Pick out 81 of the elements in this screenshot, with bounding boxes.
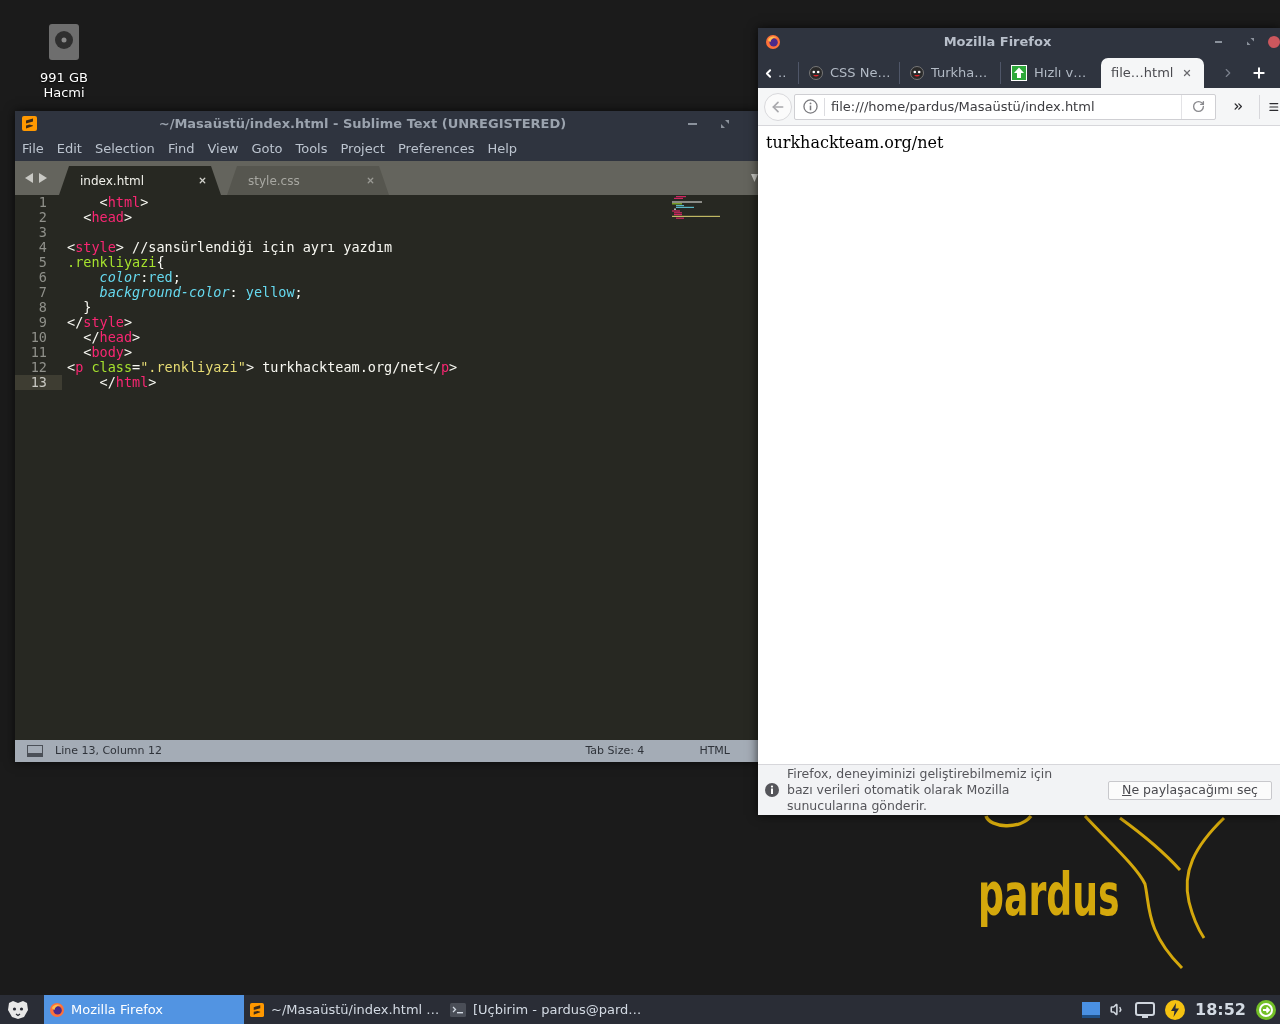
monitor-icon[interactable]	[1135, 1001, 1156, 1018]
reload-icon[interactable]	[1192, 100, 1205, 113]
browser-tab[interactable]: Turkha…	[900, 58, 1000, 88]
page-text: turkhackteam.org/net	[766, 133, 945, 153]
line-number: 13	[15, 375, 62, 390]
menu-item[interactable]: Find	[167, 140, 195, 157]
app-logo-icon	[250, 1002, 264, 1017]
line-number: 12	[29, 360, 48, 375]
url-field[interactable]: file:///home/pardus/Masaüstü/index.html	[794, 93, 1216, 120]
app-logo-icon	[22, 116, 37, 131]
notification-message: Firefox, deneyiminizi geliştirebilmemiz için bazı verileri otomatik olarak Mozilla sunucularına gönderir.	[787, 766, 1054, 814]
editor-tab[interactable]: index.html	[59, 166, 221, 195]
app-logo-icon	[766, 34, 780, 49]
up-arrow-icon	[1011, 65, 1027, 81]
restore-icon[interactable]	[1247, 38, 1254, 45]
menu-item[interactable]: Tools	[295, 140, 328, 157]
arrow-circle-icon[interactable]	[1256, 999, 1276, 1020]
menu-item[interactable]: Preferences	[397, 140, 475, 157]
line-number: 4	[37, 240, 48, 255]
line-number: 7	[37, 285, 48, 300]
menu-item[interactable]: Project	[340, 140, 385, 157]
line-number: 8	[37, 300, 48, 315]
cursor-position: Line 13, Column 12	[55, 742, 163, 759]
browser-tab[interactable]: CSS Ne…	[799, 58, 899, 88]
info-icon	[765, 783, 779, 797]
code-line: .renkliyazi{	[67, 254, 165, 270]
code-line: background-color: yellow;	[99, 284, 303, 300]
round-logo-icon	[809, 66, 823, 80]
menu-item[interactable]: Selection	[94, 140, 155, 157]
taskbar-button[interactable]: [Uçbirim - pardus@pard…	[444, 995, 644, 1024]
leopard-curl-drawing	[984, 814, 1034, 830]
menu-item[interactable]: Help	[487, 140, 518, 157]
leopard-head-icon[interactable]	[6, 999, 30, 1020]
line-number: 2	[37, 210, 48, 225]
window-title: Mozilla Firefox	[942, 32, 1053, 51]
tab-size-label[interactable]: Tab Size: 4	[585, 742, 645, 760]
menu-item[interactable]: Edit	[56, 140, 82, 157]
clock[interactable]: 18:52	[1195, 997, 1246, 1022]
close-icon[interactable]	[1182, 68, 1192, 78]
restore-icon[interactable]	[721, 119, 729, 128]
line-number: 11	[29, 345, 48, 360]
line-number: 6	[37, 270, 48, 285]
app-logo-icon	[50, 1002, 64, 1017]
code-line: </html>	[99, 374, 157, 390]
browser-tab[interactable]: file…html	[1101, 58, 1204, 88]
workspace-icon[interactable]	[1082, 1001, 1101, 1018]
code-line: <head>	[83, 209, 133, 225]
browser-tab[interactable]: ..	[776, 58, 798, 88]
code-line: }	[83, 299, 92, 315]
code-line: <p class=".renkliyazi"> turkhackteam.org/net</p>	[67, 359, 458, 375]
code-line: color:red;	[99, 269, 181, 285]
minimize-icon[interactable]	[688, 122, 697, 125]
line-number: 5	[37, 255, 48, 270]
new-tab-icon[interactable]	[1251, 65, 1267, 81]
menu-item[interactable]: Goto	[251, 140, 283, 157]
menu-item[interactable]: File	[22, 140, 44, 157]
right-arrow-icon[interactable]	[39, 173, 47, 183]
info-icon[interactable]	[803, 99, 818, 114]
code-line: </style>	[67, 314, 133, 330]
panel-icon[interactable]	[27, 745, 43, 757]
lightning-icon[interactable]	[1165, 999, 1186, 1020]
round-logo-icon	[910, 66, 924, 80]
notification-button[interactable]: Ne paylaşacağımı seç	[1108, 780, 1272, 800]
syntax-label[interactable]: HTML	[699, 742, 730, 760]
browser-tab[interactable]: Hızlı v…	[1001, 58, 1101, 88]
code-line: </head>	[83, 329, 141, 345]
line-number: 1	[37, 195, 48, 210]
line-number: 3	[37, 225, 48, 240]
code-line: <style> //sansürlendiği için ayrı yazdım	[67, 239, 393, 255]
code-line: <body>	[83, 344, 133, 360]
left-arrow-icon[interactable]	[25, 173, 33, 183]
code-line: <html>	[99, 195, 149, 210]
menu-item[interactable]: View	[207, 140, 239, 157]
taskbar-button[interactable]: ~/Masaüstü/index.html …	[244, 995, 444, 1024]
desktop-icon-label[interactable]: 991 GB Hacmi	[31, 70, 97, 100]
minimize-icon[interactable]	[1215, 40, 1222, 43]
drive-icon[interactable]	[49, 24, 79, 60]
window-title: ~/Masaüstü/index.html - Sublime Text (UNREGISTERED)	[157, 114, 568, 133]
terminal-icon	[450, 1002, 466, 1017]
line-number: 10	[29, 330, 48, 345]
line-number: 9	[37, 315, 48, 330]
